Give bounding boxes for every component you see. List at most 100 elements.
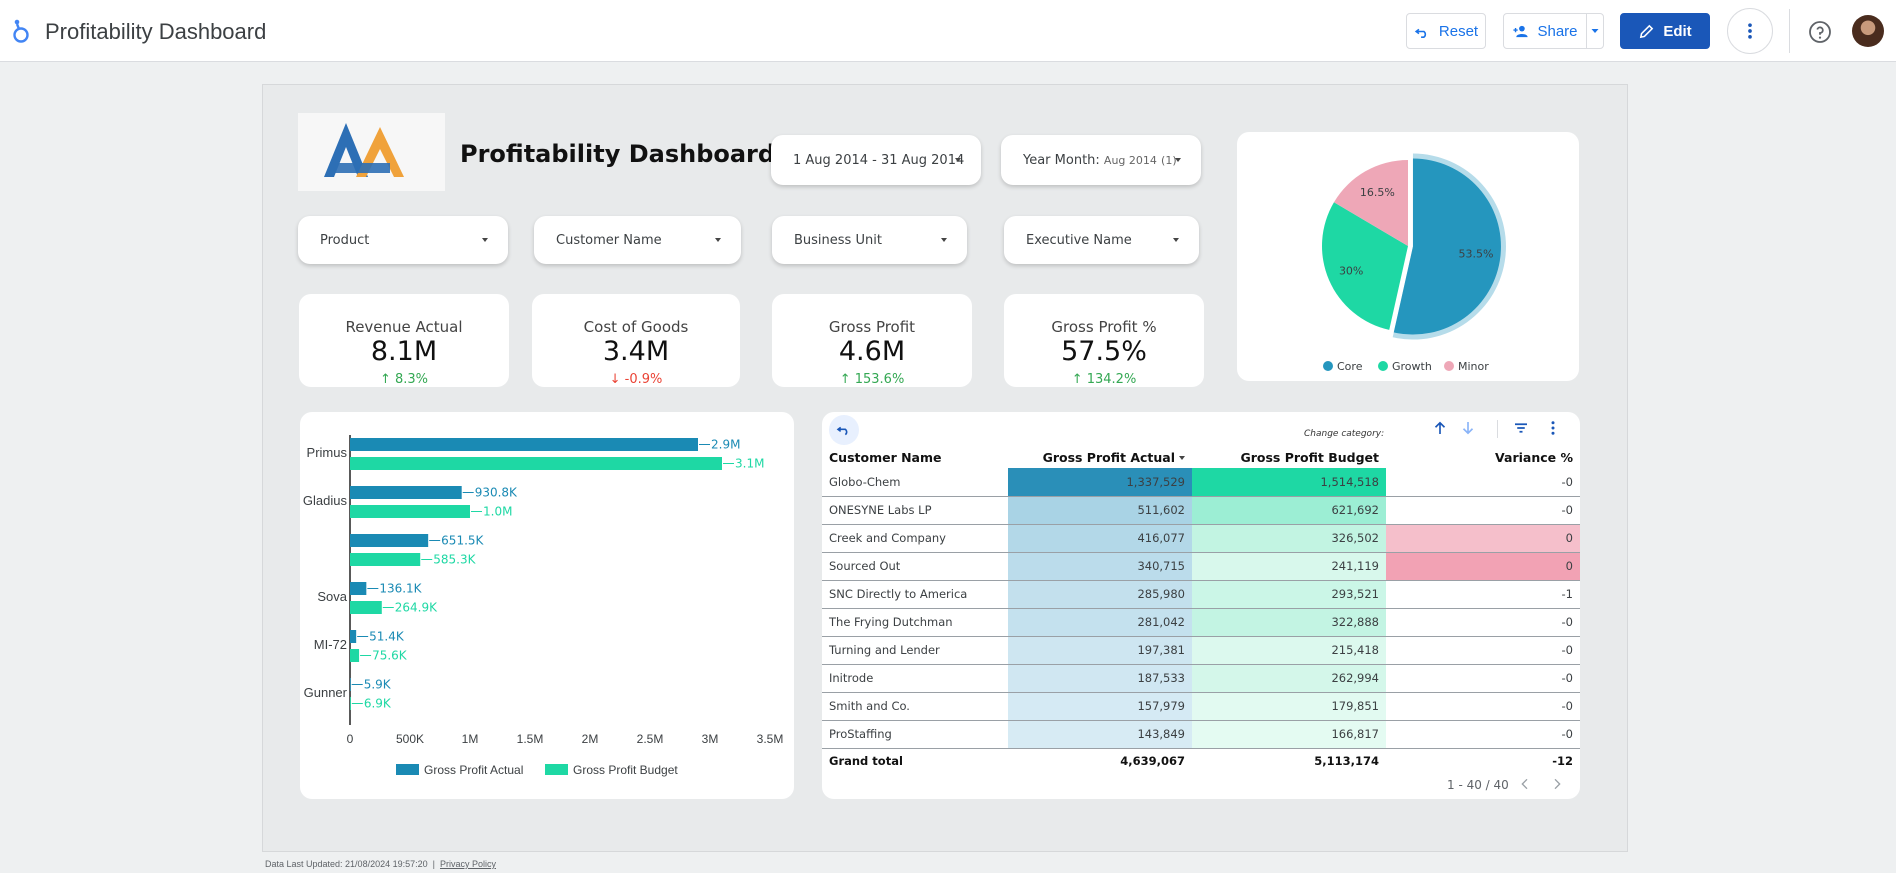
- kpi-delta: ↑ 134.2%: [1004, 372, 1204, 387]
- undo-icon: [836, 426, 848, 436]
- kpi-delta-value: -0.9%: [624, 372, 663, 387]
- table-row[interactable]: ONESYNE Labs LP 511,602 621,692 -0: [822, 496, 1580, 525]
- gp-budget-cell: 326,502: [1192, 524, 1386, 553]
- table-row[interactable]: SNC Directly to America 285,980 293,521 -1: [822, 580, 1580, 609]
- kpi-label: Gross Profit %: [1051, 318, 1157, 336]
- grand-total-row: Grand total 4,639,067 5,113,174 -12: [822, 748, 1580, 774]
- bar-data-label: 6.9K: [364, 697, 392, 711]
- bar-actual[interactable]: [350, 438, 698, 451]
- top-app-bar: Profitability Dashboard Reset Share Edit: [0, 0, 1896, 62]
- legend-swatch: [1444, 361, 1454, 371]
- table-row[interactable]: The Frying Dutchman 281,042 322,888 -0: [822, 608, 1580, 637]
- reset-button[interactable]: Reset: [1406, 13, 1486, 49]
- column-header-gp-budget[interactable]: Gross Profit Budget: [1192, 446, 1386, 468]
- y-tick-label: Sova: [317, 589, 347, 604]
- date-range-value: 1 Aug 2014 - 31 Aug 2014: [793, 152, 965, 168]
- arrow-upward-icon[interactable]: [1431, 419, 1449, 437]
- table-row[interactable]: Globo-Chem 1,337,529 1,514,518 -0: [822, 468, 1580, 497]
- filter-label: Business Unit: [794, 232, 882, 248]
- column-header-customer[interactable]: Customer Name: [822, 446, 1008, 468]
- table-row[interactable]: ProStaffing 143,849 166,817 -0: [822, 720, 1580, 749]
- kpi-label: Cost of Goods: [583, 318, 689, 336]
- filter-list-icon[interactable]: [1512, 419, 1530, 437]
- chevron-down-icon: [715, 238, 721, 242]
- customer-name-cell: The Frying Dutchman: [822, 608, 1008, 637]
- customer-name-cell: Globo-Chem: [822, 468, 1008, 497]
- variance-cell: -1: [1386, 580, 1580, 609]
- drill-up-button[interactable]: [829, 415, 859, 445]
- bar-actual[interactable]: [350, 582, 367, 595]
- sort-descending-icon: [1179, 456, 1185, 460]
- table-row[interactable]: Creek and Company 416,077 326,502 0: [822, 524, 1580, 553]
- bar-data-label: 136.1K: [379, 582, 422, 596]
- year-month-value: Aug 2014: [1103, 153, 1157, 167]
- year-month-control[interactable]: Year Month: Aug 2014 (1): [1001, 135, 1201, 185]
- edit-button[interactable]: Edit: [1620, 13, 1710, 49]
- y-tick-label: Gladius: [303, 493, 348, 508]
- user-avatar[interactable]: [1852, 15, 1884, 47]
- arrow-downward-icon[interactable]: [1459, 419, 1477, 437]
- product-filter[interactable]: Product: [298, 216, 508, 264]
- bar-budget[interactable]: [350, 601, 382, 614]
- bar-actual[interactable]: [350, 630, 357, 643]
- pie-chart[interactable]: 53.5% 30% 16.5% Core Growth Minor: [1237, 132, 1579, 381]
- arrow-up-icon: ↑: [379, 372, 391, 387]
- column-header-gp-actual[interactable]: Gross Profit Actual: [1008, 446, 1192, 468]
- variance-cell: -0: [1386, 664, 1580, 693]
- table-row[interactable]: Initrode 187,533 262,994 -0: [822, 664, 1580, 693]
- table-row[interactable]: Turning and Lender 197,381 215,418 -0: [822, 636, 1580, 665]
- company-logo: [298, 113, 445, 191]
- column-header-variance[interactable]: Variance %: [1386, 446, 1580, 468]
- chevron-right-icon[interactable]: [1549, 776, 1565, 792]
- bar-actual[interactable]: [350, 678, 351, 691]
- bar-data-label: 75.6K: [372, 649, 408, 663]
- bar-data-label: 3.1M: [735, 457, 764, 471]
- chevron-down-icon: [941, 238, 947, 242]
- legend-label: Gross Profit Budget: [573, 763, 678, 777]
- bar-chart[interactable]: Primus 2.9M 3.1M Gladius 930.8K 1.0M 651.5K 585…: [300, 412, 794, 799]
- kpi-gross-profit-pct: Gross Profit % 57.5% ↑ 134.2%: [1004, 294, 1204, 387]
- y-tick-label: Primus: [307, 445, 348, 460]
- kpi-delta: ↑ 153.6%: [772, 372, 972, 387]
- dashboard-title: Profitability Dashboard: [460, 140, 776, 168]
- bar-budget[interactable]: [350, 649, 360, 662]
- executive-name-filter[interactable]: Executive Name: [1004, 216, 1199, 264]
- date-range-control[interactable]: 1 Aug 2014 - 31 Aug 2014: [771, 135, 981, 185]
- privacy-policy-link[interactable]: Privacy Policy: [440, 859, 496, 869]
- gp-actual-cell: 187,533: [1008, 664, 1192, 693]
- toolbar-divider: [1789, 9, 1790, 53]
- bar-budget[interactable]: [350, 697, 351, 710]
- x-tick-label: 2M: [582, 732, 599, 746]
- year-month-label: Year Month:: [1023, 152, 1100, 168]
- bar-actual[interactable]: [350, 534, 429, 547]
- gp-budget-cell: 179,851: [1192, 692, 1386, 721]
- y-tick-label: Gunner: [304, 685, 348, 700]
- arrow-down-icon: ↓: [609, 372, 621, 387]
- gp-budget-cell: 322,888: [1192, 608, 1386, 637]
- help-icon[interactable]: [1808, 20, 1832, 44]
- chevron-left-icon[interactable]: [1517, 776, 1533, 792]
- looker-studio-logo-icon[interactable]: [11, 18, 31, 44]
- more-vert-icon[interactable]: [1544, 419, 1562, 437]
- gp-actual-cell: 285,980: [1008, 580, 1192, 609]
- share-button[interactable]: Share: [1503, 13, 1587, 49]
- bar-actual[interactable]: [350, 486, 462, 499]
- filter-label: Product: [320, 232, 370, 248]
- customer-name-filter[interactable]: Customer Name: [534, 216, 741, 264]
- share-dropdown-button[interactable]: [1586, 13, 1604, 49]
- edit-label: Edit: [1663, 22, 1692, 40]
- undo-icon: [1414, 28, 1426, 38]
- customer-name-cell: Turning and Lender: [822, 636, 1008, 665]
- bar-budget[interactable]: [350, 457, 722, 470]
- gp-budget-cell: 241,119: [1192, 552, 1386, 581]
- column-header-label: Customer Name: [829, 449, 942, 465]
- table-row[interactable]: Sourced Out 340,715 241,119 0: [822, 552, 1580, 581]
- business-unit-filter[interactable]: Business Unit: [772, 216, 967, 264]
- kpi-value: 8.1M: [370, 336, 438, 367]
- bar-budget[interactable]: [350, 505, 470, 518]
- table-row[interactable]: Smith and Co. 157,979 179,851 -0: [822, 692, 1580, 721]
- bar-budget[interactable]: [350, 553, 421, 566]
- more-options-button[interactable]: [1727, 8, 1773, 54]
- filter-label: Executive Name: [1026, 232, 1132, 248]
- legend-label: Growth: [1392, 360, 1432, 373]
